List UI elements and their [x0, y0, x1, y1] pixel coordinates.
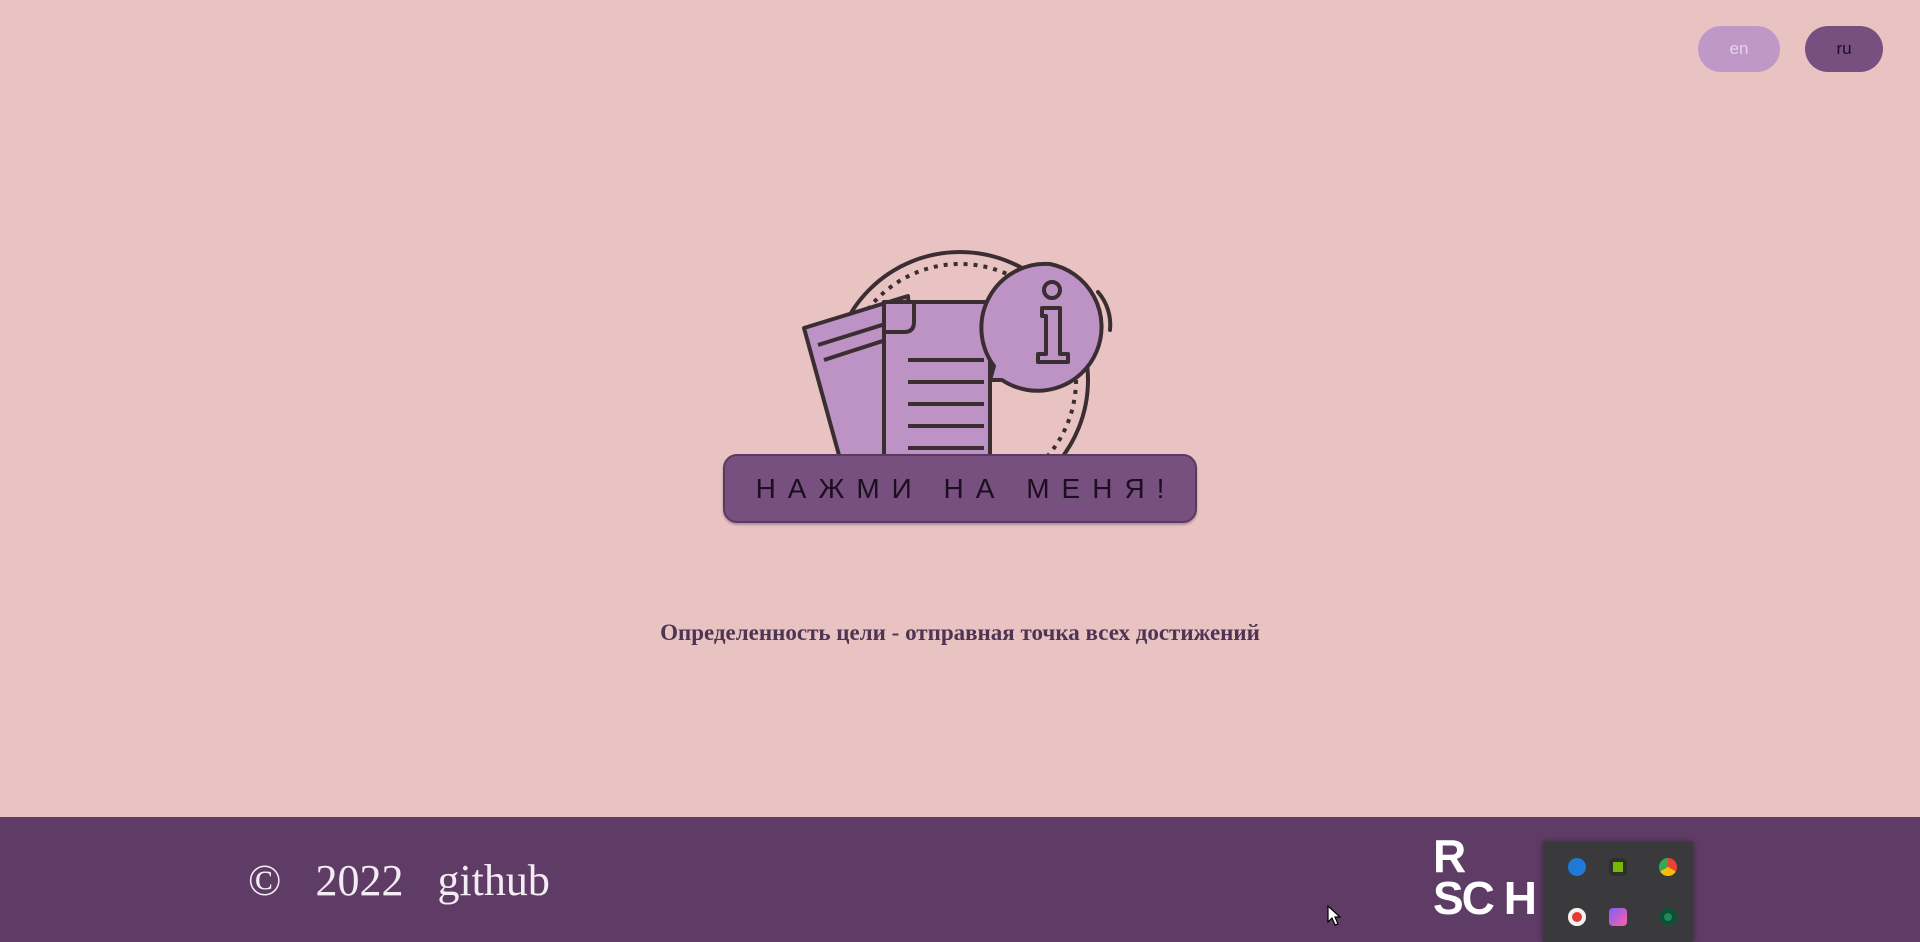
hero-illustration	[780, 230, 1140, 460]
click-me-button[interactable]: НАЖМИ НА МЕНЯ!	[723, 454, 1197, 523]
bluetooth-icon[interactable]	[1568, 858, 1586, 876]
nvidia-icon[interactable]	[1609, 858, 1627, 876]
lang-en-button[interactable]: en	[1698, 26, 1780, 72]
yandex-icon[interactable]	[1568, 908, 1586, 926]
network-icon[interactable]	[1659, 908, 1677, 926]
github-link[interactable]: github	[437, 855, 549, 906]
footer-copyright: © 2022 github	[248, 855, 550, 906]
quote-text: Определенность цели - отправная точка вс…	[660, 620, 1260, 645]
system-tray-popup	[1543, 842, 1693, 942]
mouse-cursor-icon	[1327, 905, 1342, 926]
copyright-symbol: ©	[248, 856, 282, 905]
copyright-year: 2022	[315, 856, 404, 905]
info-document-icon	[802, 250, 1113, 460]
logo-line-2: SC H	[1433, 872, 1537, 924]
chrome-icon[interactable]	[1659, 858, 1677, 876]
page: en ru НАЖМИ НА МЕНЯ! Определенность цели…	[0, 0, 1920, 817]
rs-school-logo[interactable]: R SC H	[1433, 830, 1537, 924]
logo-line-1: R	[1433, 830, 1466, 882]
media-icon[interactable]	[1609, 908, 1627, 926]
lang-ru-button[interactable]: ru	[1805, 26, 1883, 72]
